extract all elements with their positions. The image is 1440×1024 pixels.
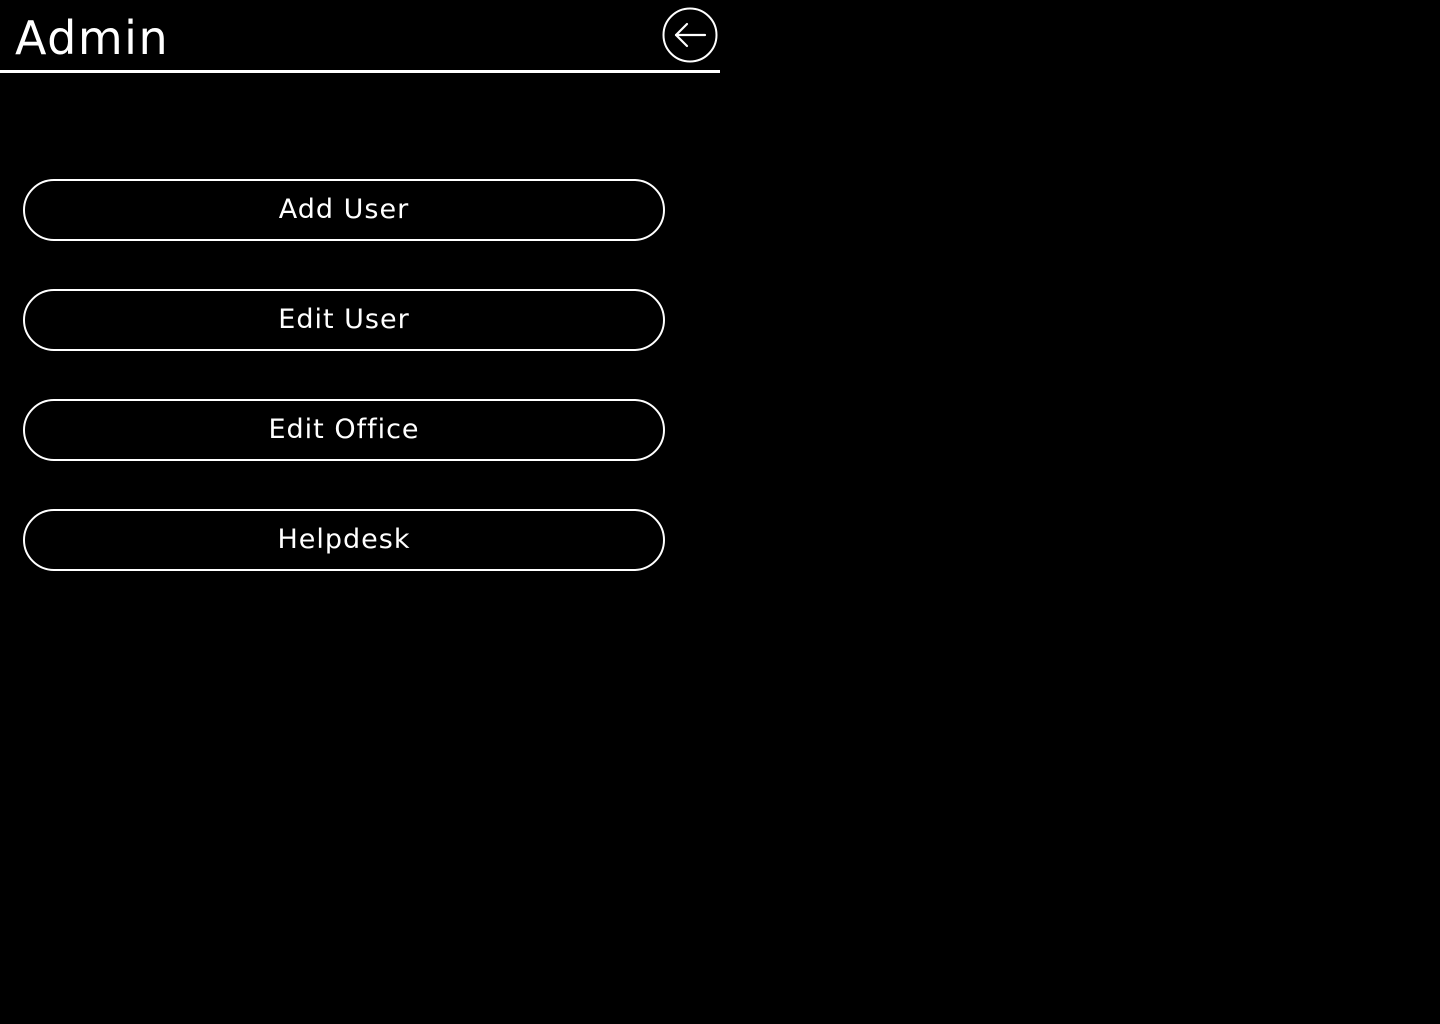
header: Admin <box>0 0 720 73</box>
back-button[interactable] <box>662 7 718 63</box>
arrow-left-circle-icon <box>662 7 718 63</box>
admin-page: Admin Add User Edit User Edit Office Hel… <box>0 0 1440 1024</box>
edit-office-button[interactable]: Edit Office <box>23 399 665 461</box>
header-divider <box>0 70 720 73</box>
page-title: Admin <box>15 11 170 65</box>
edit-user-button[interactable]: Edit User <box>23 289 665 351</box>
add-user-button[interactable]: Add User <box>23 179 665 241</box>
helpdesk-button[interactable]: Helpdesk <box>23 509 665 571</box>
admin-menu: Add User Edit User Edit Office Helpdesk <box>23 179 665 619</box>
